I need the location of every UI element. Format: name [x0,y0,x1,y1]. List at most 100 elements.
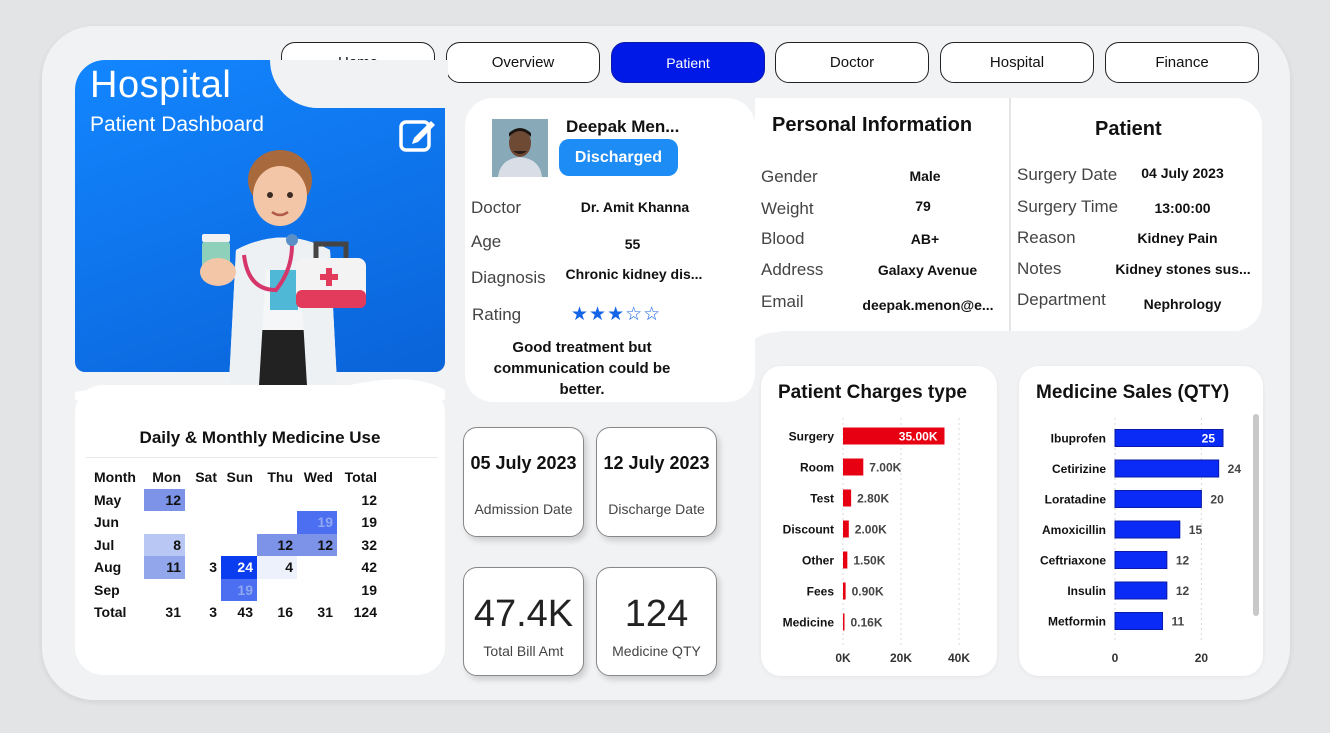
surgery-time-label: Surgery Time [1017,197,1119,216]
matrix-cell [221,534,257,557]
matrix-cell: 12 [144,488,185,511]
x-tick-label: 20 [1195,651,1209,665]
department-label: Department [1017,290,1106,309]
bar [1114,459,1220,478]
x-tick-label: 0K [835,651,851,665]
diagnosis-value: Chronic kidney dis... [565,266,703,282]
row-total: 32 [361,536,377,553]
nav-patient-button[interactable]: Patient [611,42,765,83]
row-label: Jun [94,514,119,531]
matrix-cell [221,489,257,512]
divider [86,457,438,458]
notes-label: Notes [1017,259,1062,278]
notes-value: Kidney stones sus... [1115,261,1251,277]
matrix-cell: 3 [209,559,217,576]
matrix-cell [297,489,337,512]
rating-label: Rating [472,305,522,324]
bar [843,582,846,600]
table-row: May 12 12 [88,488,381,512]
data-label: 2.00K [855,523,887,537]
gender-value: Male [909,168,941,184]
bar [843,520,849,538]
row-label: May [94,491,122,508]
category-label: Other [802,554,834,568]
diagnosis-label: Diagnosis [471,268,546,287]
doctor-value: Dr. Amit Khanna [580,199,690,215]
table-row: Jun 19 19 [88,511,381,534]
email-value: deepak.menon@e... [862,297,994,313]
nav-doctor-button[interactable]: Doctor [775,42,929,83]
column-header: Month [94,469,136,486]
nav-finance-button[interactable]: Finance [1105,42,1259,83]
bar [843,613,845,631]
data-label: 35.00K [899,430,938,444]
admission-date-value: 05 July 2023 [470,453,577,473]
data-label: 0.90K [852,585,884,599]
medicine-qty-caption: Medicine QTY [612,643,701,659]
address-label: Address [761,260,824,279]
table-row: Aug 11 3 24 4 42 [88,556,381,579]
category-label: Loratadine [1045,493,1107,507]
surgery-date-label: Surgery Date [1017,165,1118,184]
bar [1114,490,1202,508]
matrix-cell [257,579,297,602]
x-tick-label: 40K [948,651,970,665]
age-value: 55 [624,236,641,252]
medicine-use-matrix: Month Mon Sat Sun Thu Wed Total May 12 1… [88,466,381,624]
doctor-illustration-icon [200,150,366,402]
data-label: 11 [1172,615,1185,629]
admission-date-caption: Admission Date [474,501,573,517]
medicine-use-title: Daily & Monthly Medicine Use [139,428,381,447]
category-label: Cetirizine [1052,462,1106,476]
weight-value: 79 [915,198,931,214]
category-label: Room [800,461,834,475]
discharge-date-caption: Discharge Date [608,501,705,517]
data-label: 24 [1228,462,1242,476]
total-row: Total 31 3 43 16 31 124 [88,601,381,624]
nav-overview-button[interactable]: Overview [446,42,600,83]
column-header: Thu [267,469,293,486]
matrix-cell: 43 [237,604,253,621]
bar [843,551,848,569]
discharge-date-tile [596,427,717,537]
bar [1114,520,1181,539]
data-label: 1.50K [853,554,885,568]
matrix-cell: 31 [165,604,181,621]
nav-hospital-button[interactable]: Hospital [940,42,1094,83]
total-bill-caption: Total Bill Amt [483,643,564,659]
surgery-time-value: 13:00:00 [1154,200,1211,216]
category-label: Insulin [1067,584,1106,598]
row-total: 42 [361,559,377,576]
matrix-cell [297,579,337,602]
patient-review: Good treatment but communication could b… [493,339,671,398]
column-header: Mon [152,469,181,486]
personal-info-title: Personal Information [772,114,973,136]
data-label: 25 [1202,432,1216,446]
row-label: Jul [94,536,115,553]
matrix-cell [185,511,221,534]
column-header: Wed [303,469,333,486]
data-label: 0.16K [851,616,883,630]
data-label: 7.00K [869,461,901,475]
hero-notch [270,60,448,108]
column-header: Total [344,469,377,486]
row-label: Total [94,604,127,621]
reason-label: Reason [1017,228,1076,247]
weight-label: Weight [761,199,814,218]
category-label: Medicine [783,616,835,630]
category-label: Amoxicillin [1042,523,1106,537]
hero-title: Hospital [90,64,232,106]
data-label: 15 [1189,523,1203,537]
matrix-cell [185,534,221,557]
matrix-cell [185,579,221,602]
matrix-cell: 19 [297,511,337,534]
total-bill-value: 47.4K [473,593,574,635]
category-label: Surgery [789,430,835,444]
data-label: 12 [1176,554,1190,568]
table-row: Sep 19 19 [88,578,381,602]
category-label: Test [810,492,834,506]
age-label: Age [471,232,502,251]
edit-icon[interactable] [398,114,438,154]
matrix-header-row: Month Mon Sat Sun Thu Wed Total [88,466,381,489]
surgery-info-title: Patient [1095,118,1162,140]
